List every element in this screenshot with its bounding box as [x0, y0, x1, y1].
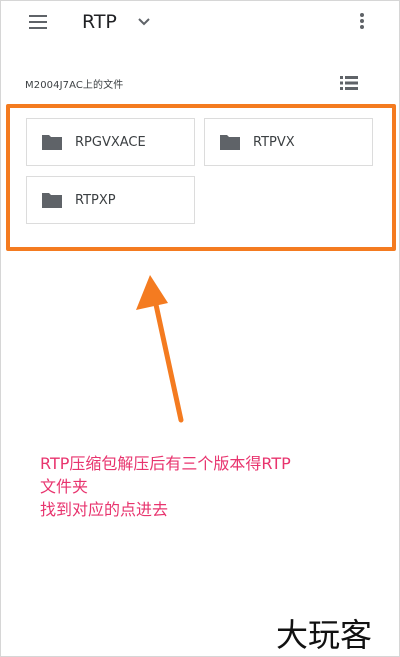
annotation-arrow — [136, 275, 184, 423]
annotation-text: RTP压缩包解压后有三个版本得RTP 文件夹 找到对应的点进去 — [40, 452, 380, 521]
annotation-line-3: 找到对应的点进去 — [40, 500, 169, 519]
annotation-line-2: 文件夹 — [40, 477, 89, 496]
watermark-logo: 大玩客 — [276, 616, 373, 654]
annotation-line-1: RTP压缩包解压后有三个版本得RTP — [40, 454, 291, 473]
